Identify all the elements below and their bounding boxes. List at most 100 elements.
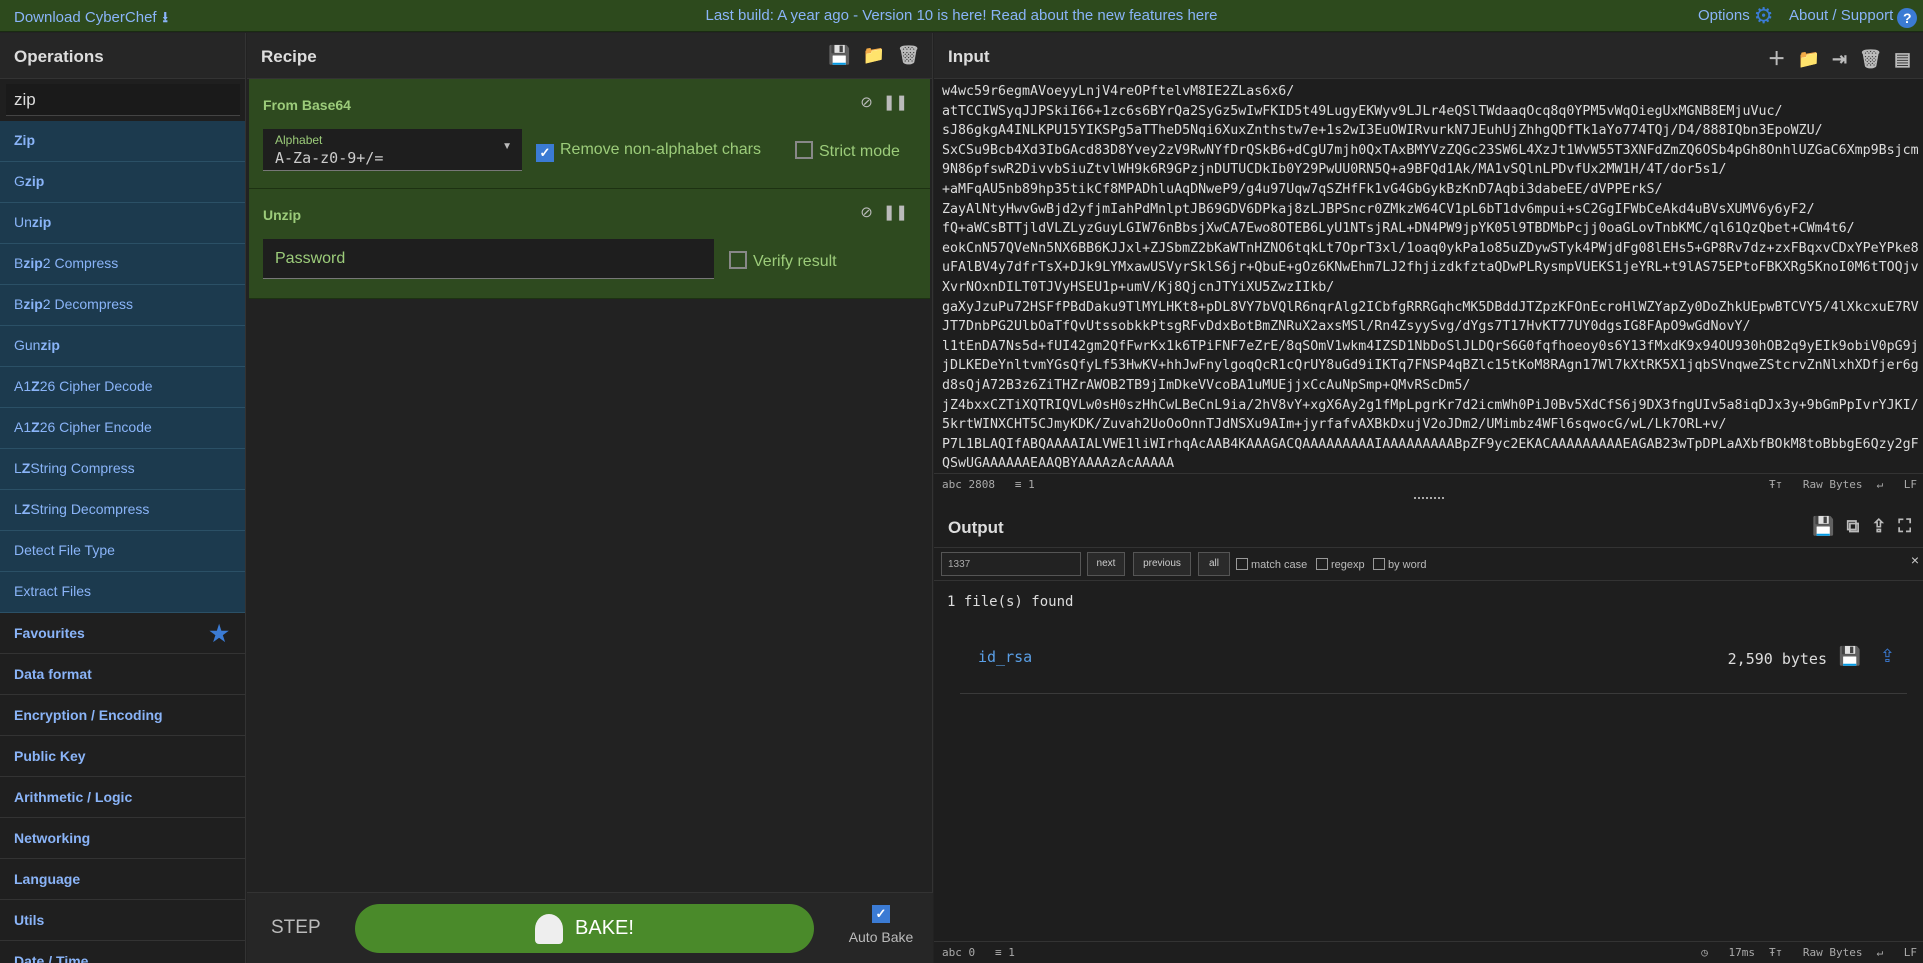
pane-resize-handle[interactable]	[934, 496, 1923, 504]
regexp-checkbox[interactable]: regexp	[1316, 558, 1365, 571]
operation-item[interactable]: A1Z26 Cipher Decode	[0, 367, 245, 408]
raw-bytes-toggle[interactable]: Ŧт Raw Bytes	[1769, 478, 1862, 491]
move-to-input-icon[interactable]: ⇪	[1880, 646, 1895, 667]
operations-title: Operations	[0, 33, 245, 79]
operation-item[interactable]: LZString Decompress	[0, 490, 245, 531]
operation-item[interactable]: Gzip	[0, 162, 245, 203]
layout-icon[interactable]: ▤	[1894, 49, 1911, 70]
eol-toggle[interactable]: ↵ LF	[1877, 478, 1918, 491]
operation-label-part: String Decompress	[30, 501, 150, 517]
checkbox-checked-icon: ✓	[536, 144, 554, 162]
clear-input-icon[interactable]: 🗑	[1859, 49, 1882, 70]
open-folder-icon[interactable]: 📁	[1798, 49, 1820, 70]
save-output-icon[interactable]: 💾	[1812, 516, 1834, 537]
category-arithmetic-logic[interactable]: Arithmetic / Logic	[0, 777, 245, 818]
step-button[interactable]: STEP	[271, 917, 321, 939]
input-length: 2808	[968, 478, 996, 491]
alphabet-select[interactable]: Alphabet A-Za-z0-9+/= ▼	[263, 129, 522, 171]
checkbox-icon	[1373, 558, 1385, 570]
category-date-time[interactable]: Date / Time	[0, 941, 245, 963]
open-file-icon[interactable]: ⇥	[1832, 49, 1847, 70]
input-textarea[interactable]: w4wc59r6egmAVoeyyLnjV4reOPftelvM8IE2ZLas…	[942, 82, 1920, 472]
save-recipe-icon[interactable]: 💾	[828, 45, 850, 66]
disable-op-icon[interactable]: ⊘	[860, 94, 873, 111]
operation-label-part: L	[14, 460, 22, 476]
category-label: Networking	[14, 830, 91, 846]
operation-label-part: Extract Files	[14, 583, 92, 599]
operation-item[interactable]: Detect File Type	[0, 531, 245, 572]
pause-op-icon[interactable]: ❚❚	[883, 204, 908, 221]
clear-recipe-icon[interactable]: 🗑	[897, 45, 920, 66]
regexp-label: regexp	[1331, 559, 1365, 571]
add-tab-icon[interactable]: ＋	[1768, 45, 1786, 71]
maximise-icon[interactable]: ⛶	[1898, 516, 1911, 537]
copy-output-icon[interactable]: ⧉	[1846, 516, 1859, 537]
operation-item[interactable]: Extract Files	[0, 572, 245, 613]
grip-icon	[1414, 497, 1444, 500]
notice-link[interactable]: here	[1187, 7, 1217, 24]
recipe-op-unzip[interactable]: Unzip ⊘ ❚❚ Password Verify result	[249, 189, 930, 299]
verify-result-checkbox[interactable]: Verify result	[729, 251, 837, 271]
bake-button[interactable]: BAKE!	[355, 904, 814, 953]
operation-label-part: 26 Cipher Encode	[39, 419, 152, 435]
category-encryption-encoding[interactable]: Encryption / Encoding	[0, 695, 245, 736]
find-input[interactable]	[941, 552, 1081, 576]
category-data-format[interactable]: Data format	[0, 654, 245, 695]
alphabet-label: Alphabet	[275, 133, 323, 147]
raw-bytes-toggle[interactable]: Ŧт Raw Bytes	[1769, 946, 1862, 959]
operation-item[interactable]: Bzip2 Decompress	[0, 285, 245, 326]
op-title: Unzip	[263, 207, 302, 223]
notice-text: Last build: A year ago - Version 10 is h…	[705, 7, 1188, 24]
eol-toggle[interactable]: ↵ LF	[1877, 946, 1918, 959]
operation-label-part: 2 Decompress	[42, 296, 134, 312]
category-favourites[interactable]: Favourites ★	[0, 613, 245, 654]
password-field[interactable]: Password	[263, 239, 714, 279]
category-language[interactable]: Language	[0, 859, 245, 900]
pause-op-icon[interactable]: ❚❚	[883, 94, 908, 111]
category-utils[interactable]: Utils	[0, 900, 245, 941]
save-file-icon[interactable]: 💾	[1839, 646, 1861, 667]
category-label: Utils	[14, 912, 45, 928]
password-placeholder: Password	[275, 250, 346, 267]
options-button[interactable]: Options ⚙	[1698, 3, 1774, 28]
operation-label-part: Detect File Type	[14, 542, 115, 558]
checkbox-checked-icon: ✓	[872, 905, 890, 923]
disable-op-icon[interactable]: ⊘	[860, 204, 873, 221]
auto-bake-checkbox[interactable]: ✓ Auto Bake	[845, 905, 917, 945]
category-networking[interactable]: Networking	[0, 818, 245, 859]
find-all-button[interactable]: all	[1198, 552, 1230, 576]
operations-search-input[interactable]	[6, 84, 240, 116]
find-next-button[interactable]: next	[1087, 552, 1125, 576]
recipe-header: Recipe 💾 📁 🗑	[247, 33, 932, 79]
star-icon[interactable]: ★	[209, 621, 229, 647]
by-word-checkbox[interactable]: by word	[1373, 558, 1427, 571]
find-previous-button[interactable]: previous	[1133, 552, 1191, 576]
file-name-link[interactable]: id_rsa	[978, 648, 1032, 666]
operation-label-part: Z	[31, 419, 40, 435]
help-icon: ?	[1897, 8, 1918, 28]
input-header: Input ＋ 📁 ⇥ 🗑 ▤	[934, 33, 1923, 79]
category-public-key[interactable]: Public Key	[0, 736, 245, 777]
strict-mode-checkbox[interactable]: Strict mode	[795, 141, 900, 161]
operation-label-part: zip	[31, 214, 52, 230]
operation-item[interactable]: A1Z26 Cipher Encode	[0, 408, 245, 449]
match-case-checkbox[interactable]: match case	[1236, 558, 1307, 571]
remove-non-alphabet-checkbox[interactable]: ✓ Remove non-alphabet chars	[536, 141, 761, 162]
close-icon[interactable]: ×	[1911, 552, 1919, 568]
load-recipe-icon[interactable]: 📁	[863, 45, 885, 66]
operation-item[interactable]: Unzip	[0, 203, 245, 244]
category-label: Arithmetic / Logic	[14, 789, 133, 805]
operation-item[interactable]: Gunzip	[0, 326, 245, 367]
lines-icon: ≡	[995, 946, 1002, 959]
operation-item[interactable]: Zip	[0, 121, 245, 162]
options-label: Options	[1698, 7, 1750, 24]
recipe-panel: Recipe 💾 📁 🗑 From Base64 ⊘ ❚❚ Alphabet A-Za…	[247, 33, 933, 963]
download-link[interactable]: Download CyberChef ⭳	[14, 7, 168, 32]
recipe-op-from-base64[interactable]: From Base64 ⊘ ❚❚ Alphabet A-Za-z0-9+/= ▼ …	[249, 79, 930, 189]
operation-label-part: Un	[14, 214, 32, 230]
gear-icon: ⚙	[1753, 3, 1774, 28]
operation-item[interactable]: Bzip2 Compress	[0, 244, 245, 285]
operation-item[interactable]: LZString Compress	[0, 449, 245, 490]
replace-input-icon[interactable]: ⇪	[1871, 516, 1886, 537]
about-button[interactable]: About / Support?	[1789, 7, 1918, 28]
